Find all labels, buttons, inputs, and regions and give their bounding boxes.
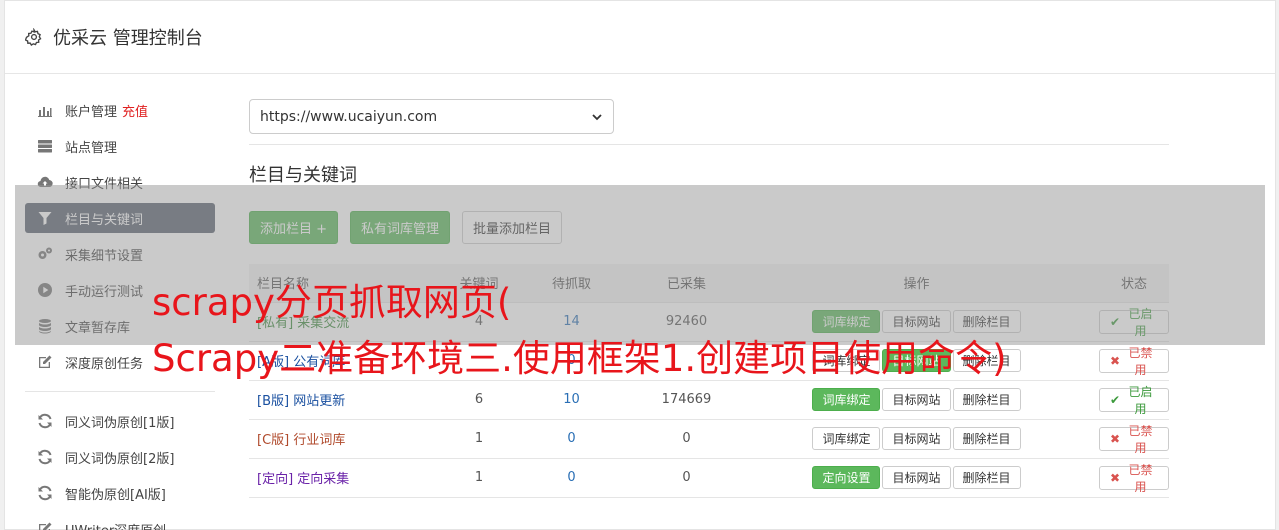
refresh-icon	[38, 413, 52, 429]
delete-column-button[interactable]: 删除栏目	[952, 388, 1021, 411]
cell-keywords: 6	[454, 379, 504, 419]
cell-pending: 0	[504, 418, 639, 458]
server-icon	[38, 140, 52, 153]
cell-actions: 词库绑定目标网站删除栏目	[734, 379, 1099, 419]
column-prefix: [定向]	[257, 472, 294, 487]
refresh-icon	[38, 449, 52, 465]
column-name-link[interactable]: 定向采集	[297, 472, 349, 487]
gear-icon	[25, 28, 42, 46]
cell-status: ✖ 已禁用	[1099, 340, 1169, 380]
target-site-button[interactable]: 目标网站	[882, 466, 951, 489]
sidebar-item-synonym-v1[interactable]: 同义词伪原创[1版]	[25, 406, 215, 436]
status-label: 已禁用	[1128, 423, 1153, 455]
cell-pending: 0	[504, 457, 639, 498]
cell-actions: 词库绑定目标网站删除栏目	[734, 418, 1099, 458]
cross-icon: ✖	[1110, 431, 1121, 446]
cell-pending: 10	[504, 379, 639, 419]
sidebar-item-label: 深度原创任务	[65, 356, 144, 372]
bind-lib-button[interactable]: 词库绑定	[812, 388, 881, 411]
bar-chart-icon	[38, 107, 52, 117]
site-select[interactable]: https://www.ucaiyun.com	[249, 99, 614, 134]
target-site-button[interactable]: 目标网站	[882, 388, 951, 411]
column-name-link[interactable]: 行业词库	[293, 433, 345, 448]
cell-keywords: 1	[454, 418, 504, 458]
sidebar-item-account[interactable]: 账户管理 充值	[25, 95, 215, 125]
status-label: 已禁用	[1128, 345, 1153, 377]
sidebar-item-sites[interactable]: 站点管理	[25, 131, 215, 161]
sidebar-item-uwriter[interactable]: UWriter深度原创	[25, 514, 215, 530]
table-row: [定向] 定向采集 1 0 0 定向设置 目标网站 删除栏目 ✖ 已禁用	[249, 457, 1169, 498]
page-header: 优采云 管理控制台	[5, 1, 1275, 74]
column-prefix: [C版]	[257, 433, 290, 448]
site-select-value: https://www.ucaiyun.com	[260, 108, 438, 125]
sidebar-item-label: 站点管理	[65, 140, 118, 156]
cell-status: ✖ 已禁用	[1099, 457, 1169, 498]
target-site-button[interactable]: 目标网站	[882, 427, 951, 450]
sidebar-item-smart-ai[interactable]: 智能伪原创[AI版]	[25, 478, 215, 508]
status-toggle-button[interactable]: ✖ 已禁用	[1099, 463, 1169, 494]
sidebar-item-label: 同义词伪原创[1版]	[65, 415, 175, 431]
sidebar-item-label: 同义词伪原创[2版]	[65, 451, 175, 467]
refresh-icon	[38, 485, 52, 501]
chevron-down-icon	[592, 113, 602, 120]
overlay-caption-line1: scrapy分页抓取网页(	[152, 281, 512, 324]
edit-icon	[39, 522, 52, 530]
sidebar-item-label: 智能伪原创[AI版]	[65, 487, 166, 503]
cell-collected: 0	[639, 457, 734, 498]
cross-icon: ✖	[1110, 353, 1121, 368]
cell-column-name: [C版] 行业词库	[249, 418, 454, 458]
recharge-link[interactable]: 充值	[122, 101, 148, 120]
sidebar-item-label: UWriter深度原创	[65, 520, 166, 530]
cell-keywords: 1	[454, 457, 504, 498]
column-prefix: [B版]	[257, 394, 290, 409]
status-label: 已禁用	[1128, 462, 1153, 494]
status-toggle-button[interactable]: ✖ 已禁用	[1099, 424, 1169, 455]
section-title: 栏目与关键词	[249, 165, 357, 186]
overlay-caption-line2: Scrapy二准备环境三.使用框架1.创建项目使用命令)	[152, 337, 1007, 380]
cell-collected: 174669	[639, 379, 734, 419]
sidebar-divider	[25, 391, 215, 392]
status-toggle-button[interactable]: ✖ 已禁用	[1099, 346, 1169, 377]
cell-actions: 定向设置 目标网站 删除栏目	[734, 457, 1099, 498]
column-name-link[interactable]: 网站更新	[293, 394, 345, 409]
cell-status: ✔ 已启用	[1099, 379, 1169, 419]
status-label: 已启用	[1128, 384, 1153, 416]
status-toggle-button[interactable]: ✔ 已启用	[1099, 385, 1169, 416]
cross-icon: ✖	[1110, 470, 1121, 485]
cell-column-name: [定向] 定向采集	[249, 457, 454, 498]
edit-icon	[39, 355, 52, 368]
divider	[249, 144, 1169, 145]
sidebar-item-synonym-v2[interactable]: 同义词伪原创[2版]	[25, 442, 215, 472]
table-row: [C版] 行业词库 1 0 0 词库绑定 目标网站 删除栏目 ✖ 已禁用	[249, 418, 1169, 458]
page-title: 优采云 管理控制台	[53, 28, 203, 49]
delete-column-button[interactable]: 删除栏目	[952, 427, 1021, 450]
check-icon: ✔	[1110, 392, 1121, 407]
delete-column-button[interactable]: 删除栏目	[952, 466, 1021, 489]
cell-status: ✖ 已禁用	[1099, 418, 1169, 458]
cell-column-name: [B版] 网站更新	[249, 379, 454, 419]
cell-collected: 0	[639, 418, 734, 458]
table-row: [B版] 网站更新 6 10 174669 词库绑定 目标网站 删除栏目 ✔ 已启用	[249, 379, 1169, 419]
bind-lib-button[interactable]: 词库绑定	[812, 427, 881, 450]
sidebar-item-label: 账户管理	[65, 104, 118, 120]
bind-lib-button[interactable]: 定向设置	[812, 466, 881, 489]
